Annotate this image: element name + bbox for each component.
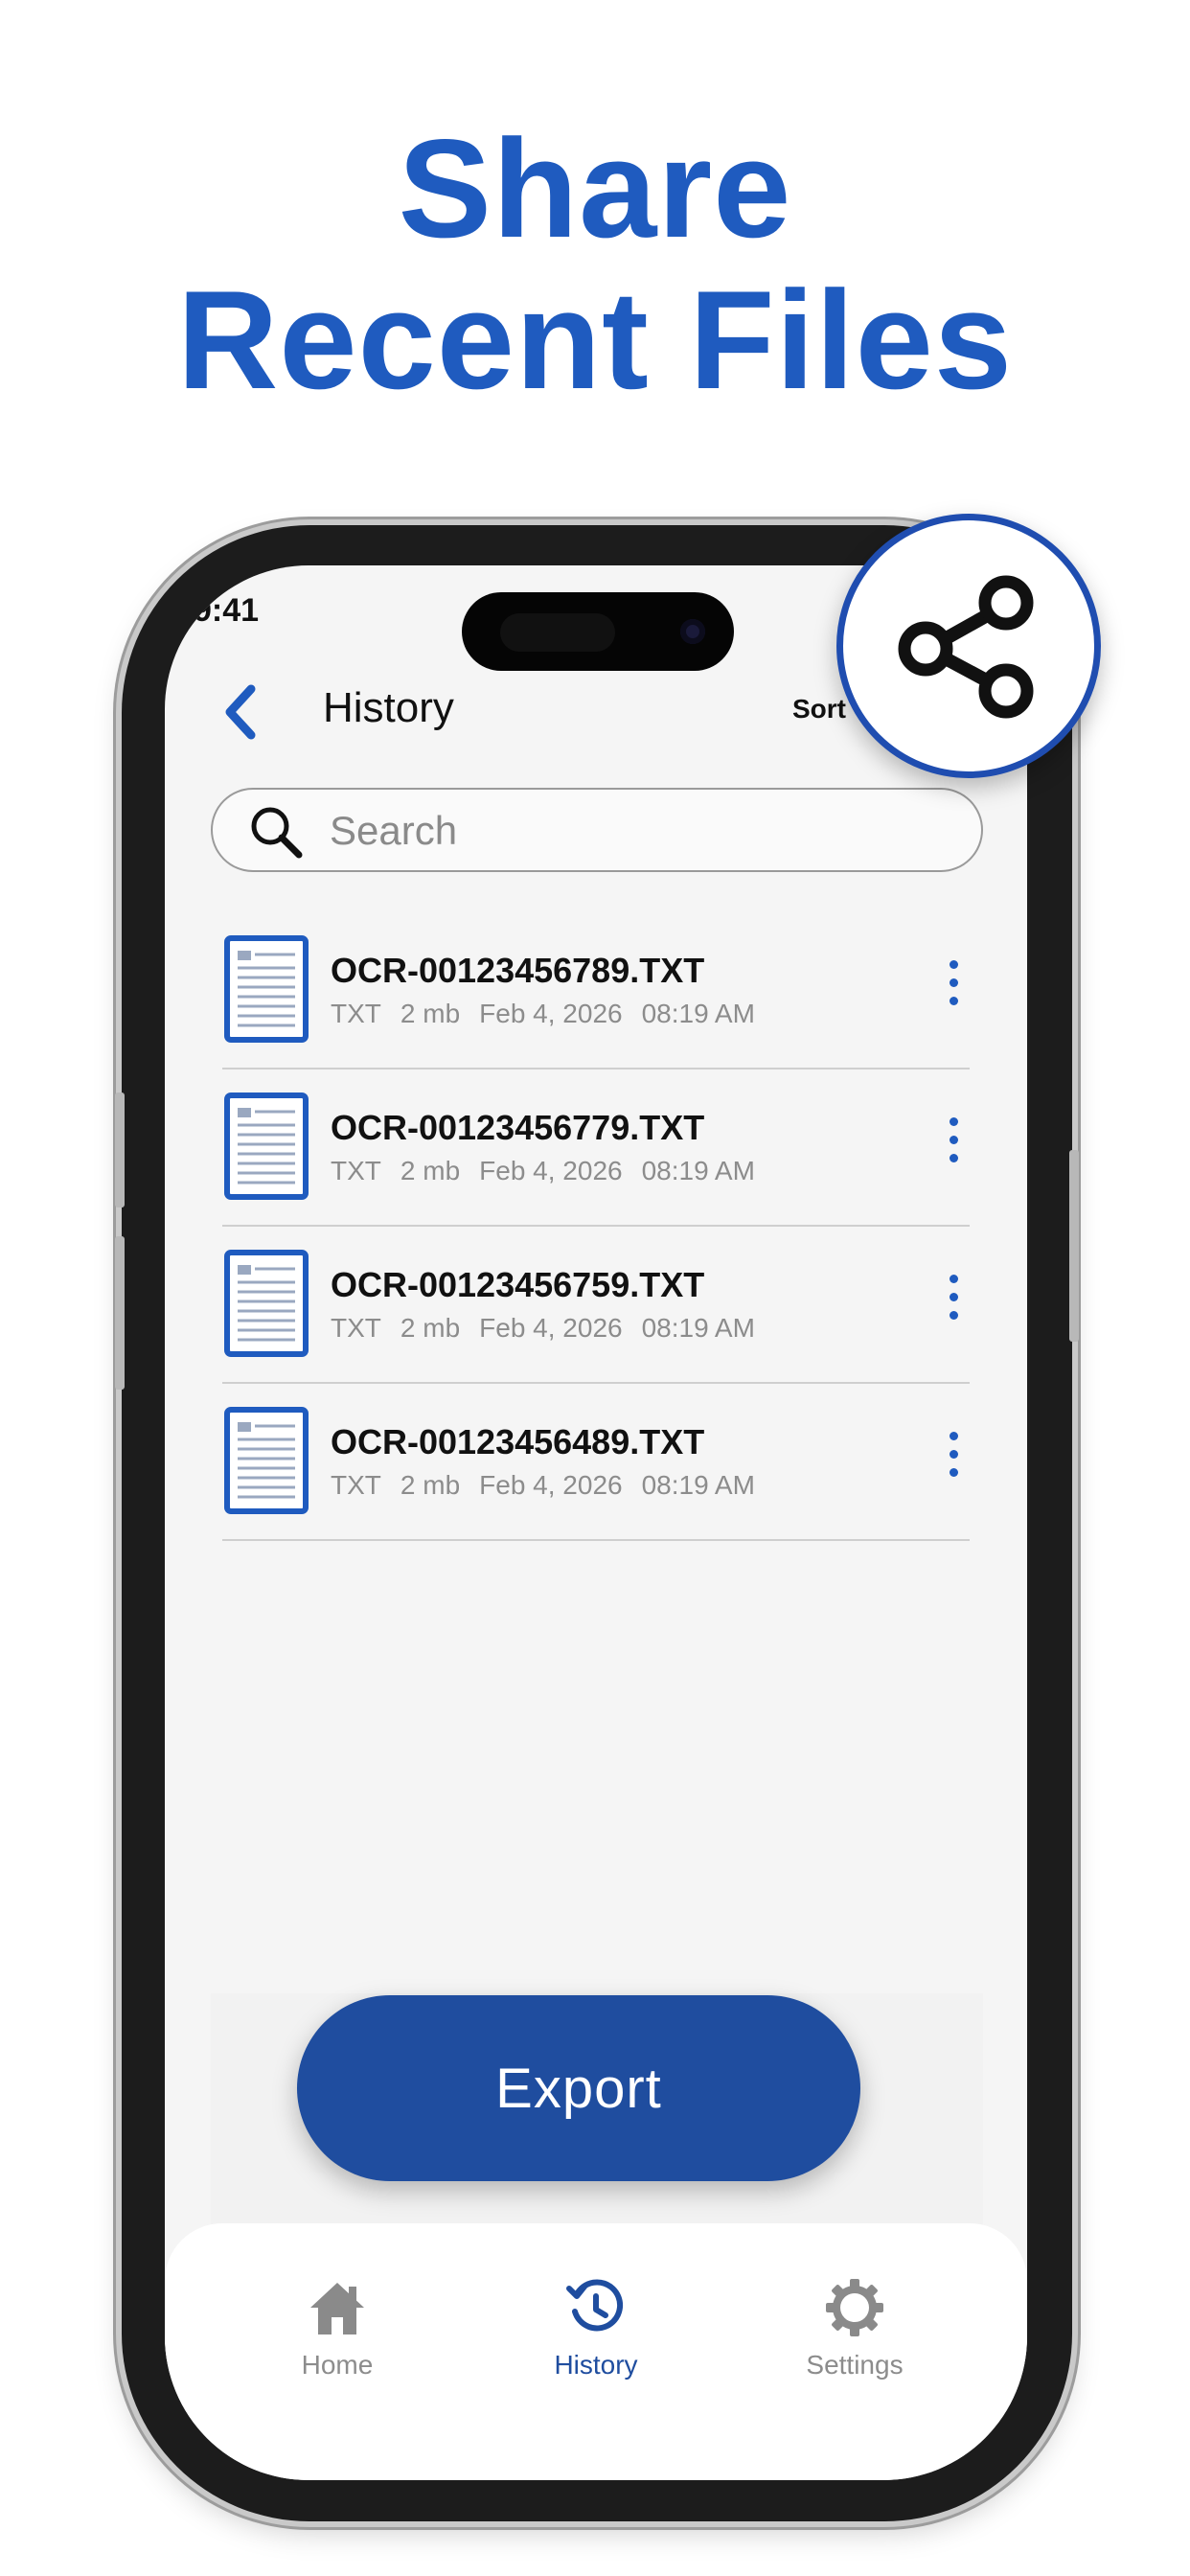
file-date: Feb 4, 2026: [479, 1313, 623, 1343]
file-meta: TXT 2 mb Feb 4, 2026 08:19 AM: [331, 999, 774, 1029]
tab-bar: Home History Settings: [165, 2223, 1027, 2480]
file-size: 2 mb: [400, 1313, 461, 1343]
tab-label: Home: [301, 2350, 374, 2380]
headline-line-1: Share: [398, 110, 792, 266]
document-icon: [224, 1092, 309, 1200]
sort-button[interactable]: Sort: [792, 694, 846, 724]
file-type: TXT: [331, 1470, 381, 1500]
app-screen: 9:41 History Sort OCR-00123456789.TXT TX…: [165, 565, 1027, 2480]
search-input[interactable]: [328, 799, 945, 862]
file-size: 2 mb: [400, 999, 461, 1028]
list-item[interactable]: OCR-00123456489.TXT TXT 2 mb Feb 4, 2026 08…: [222, 1384, 970, 1541]
tab-label: History: [554, 2350, 638, 2380]
file-time: 08:19 AM: [641, 1313, 755, 1343]
file-meta: TXT 2 mb Feb 4, 2026 08:19 AM: [331, 1156, 774, 1186]
search-bar[interactable]: [211, 788, 983, 872]
tab-settings[interactable]: Settings: [768, 2271, 941, 2380]
file-date: Feb 4, 2026: [479, 1156, 623, 1185]
file-meta: TXT 2 mb Feb 4, 2026 08:19 AM: [331, 1470, 774, 1501]
file-name: OCR-00123456489.TXT: [331, 1422, 705, 1461]
more-options-icon[interactable]: [939, 960, 968, 1018]
back-button[interactable]: [213, 678, 270, 746]
file-date: Feb 4, 2026: [479, 1470, 623, 1500]
file-name: OCR-00123456779.TXT: [331, 1108, 705, 1147]
dynamic-island: [462, 592, 734, 671]
page-title: History: [323, 684, 454, 731]
history-icon: [566, 2279, 624, 2332]
list-item[interactable]: OCR-00123456779.TXT TXT 2 mb Feb 4, 2026 08…: [222, 1070, 970, 1227]
headline-line-2: Recent Files: [176, 262, 1014, 418]
more-options-icon[interactable]: [939, 1275, 968, 1332]
file-name: OCR-00123456759.TXT: [331, 1265, 705, 1304]
document-icon: [224, 1407, 309, 1514]
file-time: 08:19 AM: [641, 1156, 755, 1185]
file-list: OCR-00123456789.TXT TXT 2 mb Feb 4, 2026 08…: [222, 912, 970, 1541]
gear-icon: [826, 2279, 883, 2336]
search-icon: [251, 807, 303, 859]
chevron-left-icon: [225, 684, 256, 740]
file-name: OCR-00123456789.TXT: [331, 951, 705, 990]
document-icon: [224, 1250, 309, 1357]
share-icon: [898, 575, 1034, 719]
file-date: Feb 4, 2026: [479, 999, 623, 1028]
file-type: TXT: [331, 1156, 381, 1185]
file-meta: TXT 2 mb Feb 4, 2026 08:19 AM: [331, 1313, 774, 1344]
more-options-icon[interactable]: [939, 1117, 968, 1175]
home-icon: [310, 2283, 364, 2334]
export-button[interactable]: Export: [297, 1995, 860, 2181]
file-time: 08:19 AM: [641, 999, 755, 1028]
tab-label: Settings: [806, 2350, 904, 2380]
tab-home[interactable]: Home: [251, 2271, 423, 2380]
file-size: 2 mb: [400, 1470, 461, 1500]
file-type: TXT: [331, 1313, 381, 1343]
file-type: TXT: [331, 999, 381, 1028]
headline: Share Recent Files: [0, 113, 1190, 416]
phone-side-button: [1069, 1150, 1079, 1342]
file-size: 2 mb: [400, 1156, 461, 1185]
phone-side-button: [115, 1236, 125, 1390]
document-icon: [224, 935, 309, 1043]
share-badge[interactable]: [836, 514, 1101, 778]
file-time: 08:19 AM: [641, 1470, 755, 1500]
status-time: 9:41: [194, 592, 260, 629]
tab-history[interactable]: History: [510, 2271, 682, 2380]
list-item[interactable]: OCR-00123456759.TXT TXT 2 mb Feb 4, 2026 08…: [222, 1227, 970, 1384]
phone-side-button: [115, 1092, 125, 1208]
list-item[interactable]: OCR-00123456789.TXT TXT 2 mb Feb 4, 2026 08…: [222, 912, 970, 1070]
more-options-icon[interactable]: [939, 1432, 968, 1489]
